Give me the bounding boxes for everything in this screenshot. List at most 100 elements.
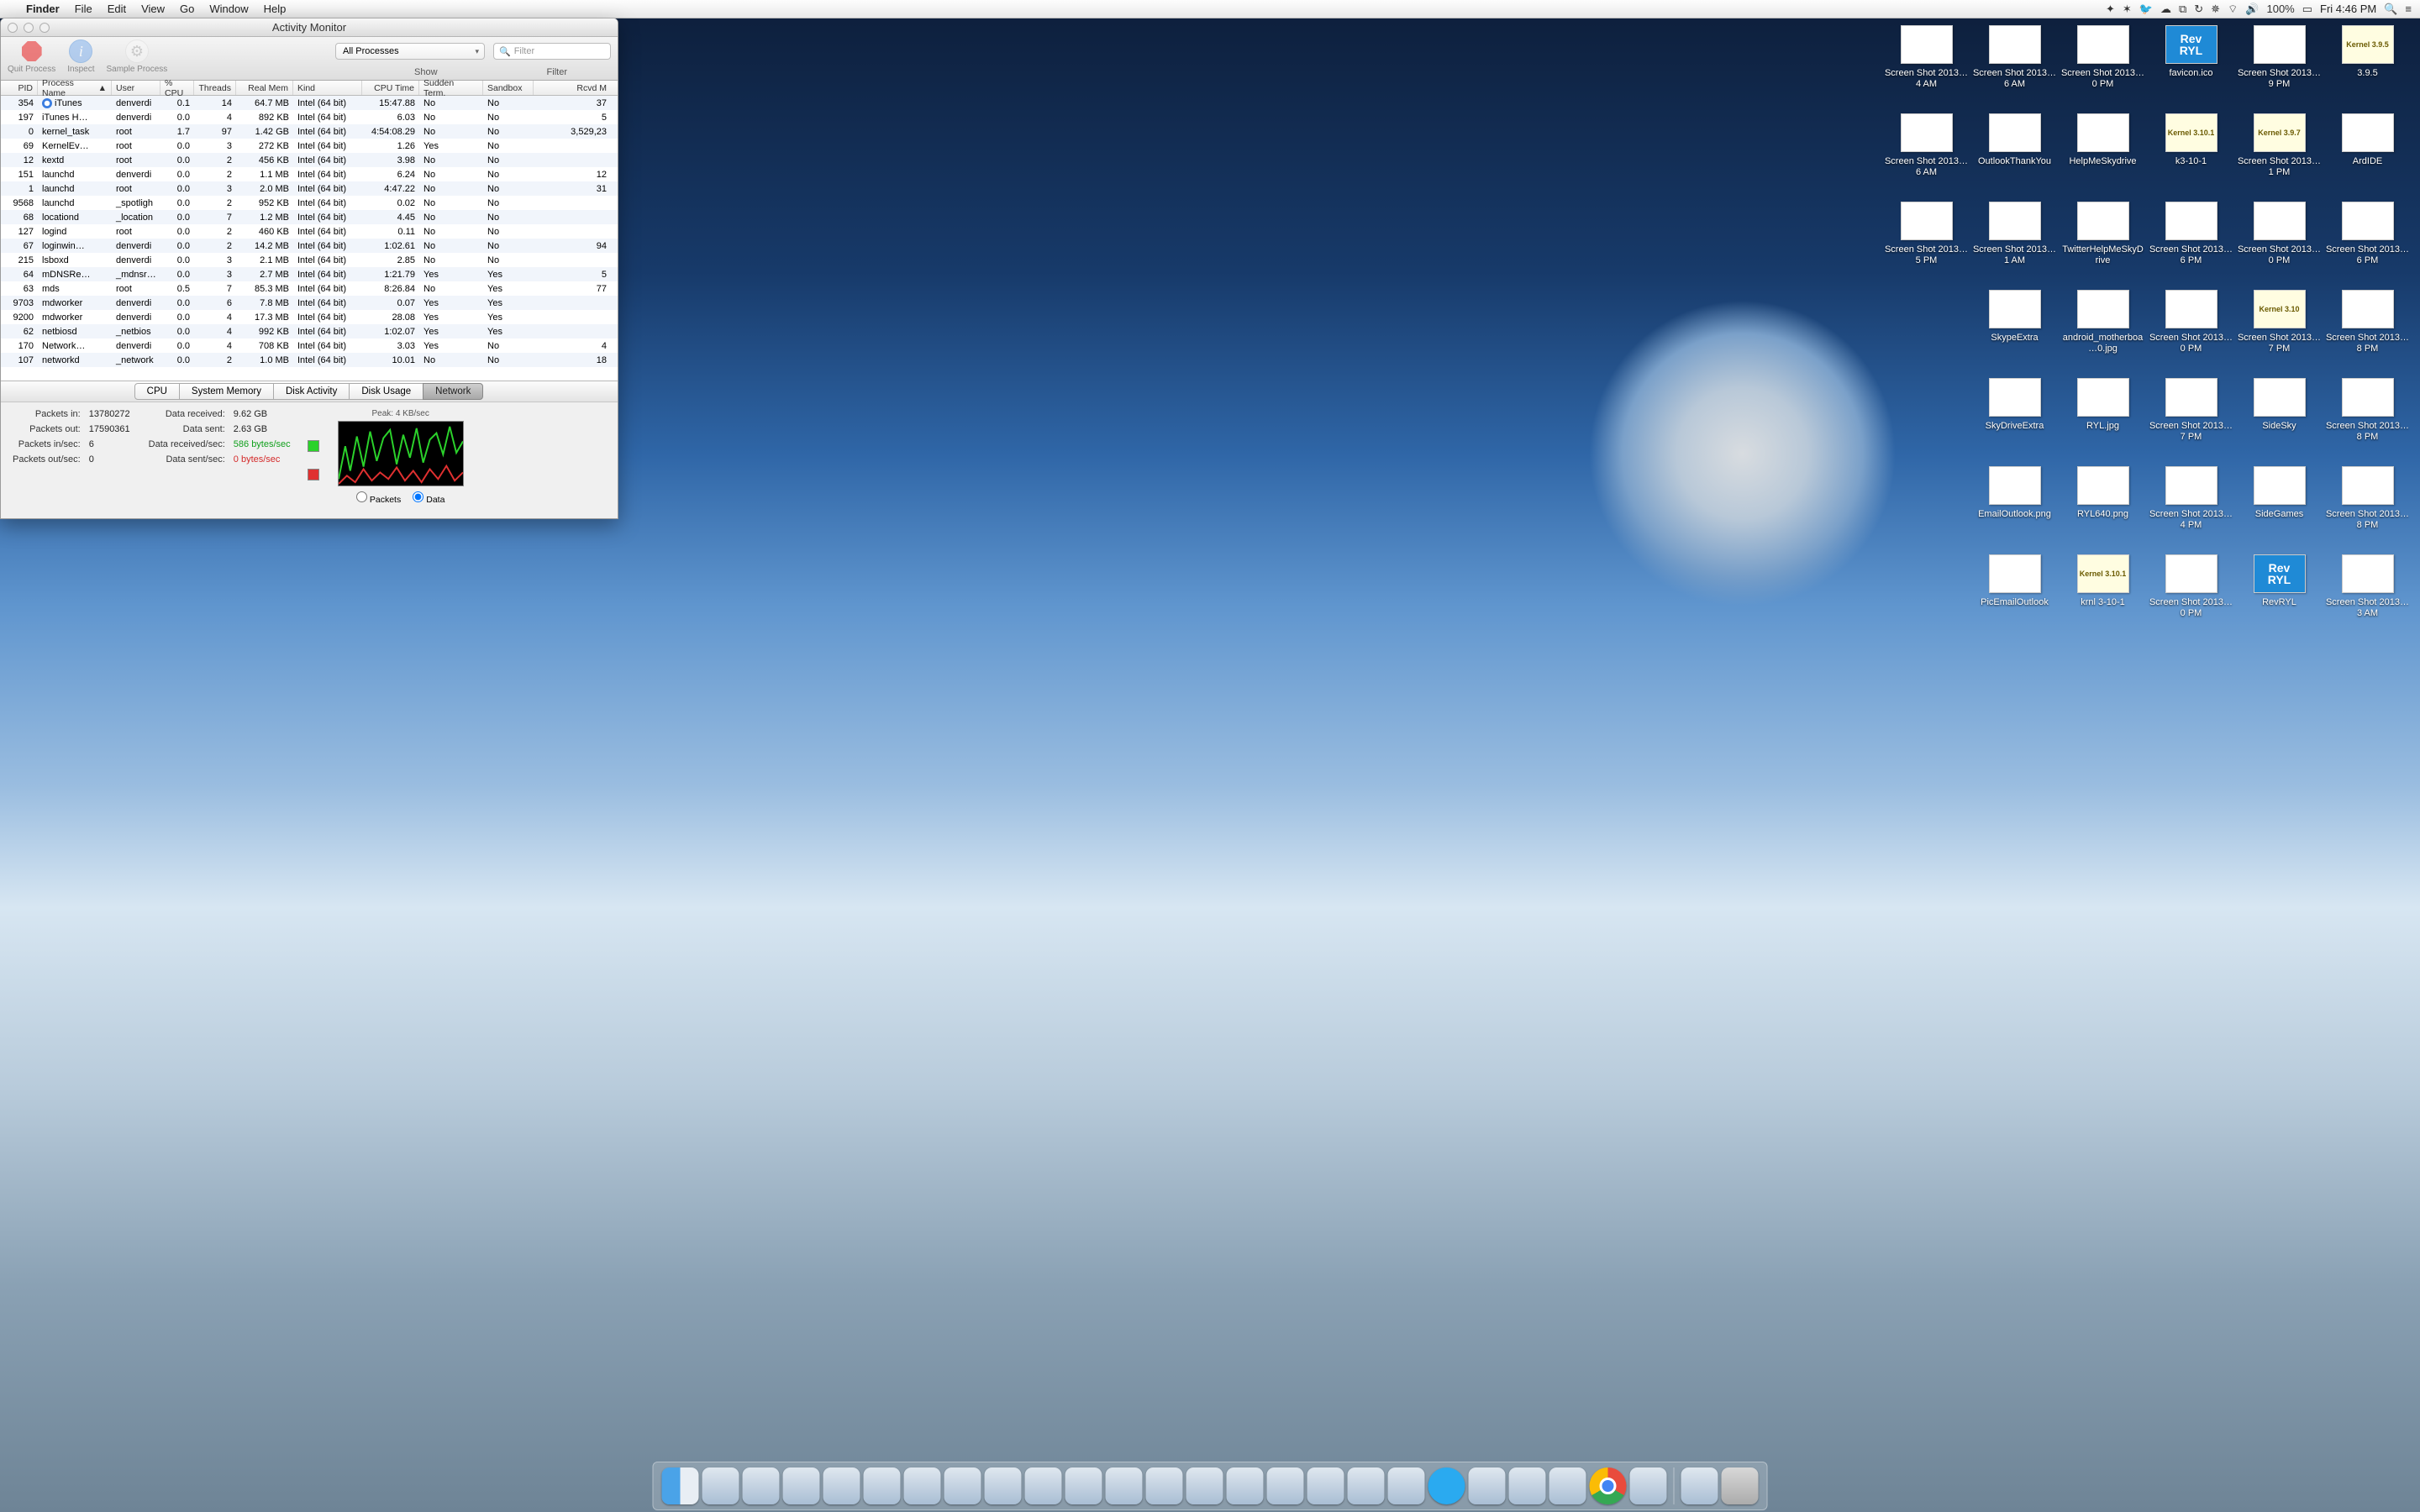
desktop-icon[interactable]: android_motherboa…0.jpg xyxy=(2059,290,2147,378)
dock-maps[interactable] xyxy=(1146,1467,1183,1504)
notification-center-icon[interactable]: ≡ xyxy=(2405,3,2412,15)
dock-dashboard[interactable] xyxy=(783,1467,820,1504)
status-icon[interactable]: ✦ xyxy=(2106,3,2115,16)
menu-window[interactable]: Window xyxy=(202,0,255,18)
desktop-icon[interactable]: RYL640.png xyxy=(2059,466,2147,554)
radio-packets[interactable]: Packets xyxy=(356,491,401,505)
wifi-icon[interactable]: ⌔ xyxy=(2228,3,2238,16)
table-row[interactable]: 9568launchd_spotligh0.02952 KBIntel (64 … xyxy=(1,196,618,210)
process-table-body[interactable]: 354iTunesdenverdi0.11464.7 MBIntel (64 b… xyxy=(1,96,618,381)
table-row[interactable]: 69KernelEv…root0.03272 KBIntel (64 bit)1… xyxy=(1,139,618,153)
cloud-icon[interactable]: ☁ xyxy=(2160,3,2171,16)
table-row[interactable]: 170Network…denverdi0.04708 KBIntel (64 b… xyxy=(1,339,618,353)
table-row[interactable]: 215lsboxddenverdi0.032.1 MBIntel (64 bit… xyxy=(1,253,618,267)
dock-calendar[interactable] xyxy=(944,1467,981,1504)
table-row[interactable]: 12kextdroot0.02456 KBIntel (64 bit)3.98N… xyxy=(1,153,618,167)
col-user[interactable]: User xyxy=(112,81,160,95)
col-realmem[interactable]: Real Mem xyxy=(236,81,293,95)
dock-twitter[interactable] xyxy=(1509,1467,1546,1504)
quit-process-button[interactable]: Quit Process xyxy=(8,39,55,74)
desktop-icon[interactable]: RevRYLRevRYL xyxy=(2235,554,2323,643)
desktop-icon[interactable]: RYL.jpg xyxy=(2059,378,2147,466)
col-kind[interactable]: Kind xyxy=(293,81,362,95)
table-row[interactable]: 354iTunesdenverdi0.11464.7 MBIntel (64 b… xyxy=(1,96,618,110)
dock-trash[interactable] xyxy=(1722,1467,1759,1504)
desktop-icon[interactable]: PicEmailOutlook xyxy=(1970,554,2059,643)
twitter-icon[interactable]: 🐦 xyxy=(2139,3,2153,16)
table-row[interactable]: 9703mdworkerdenverdi0.067.8 MBIntel (64 … xyxy=(1,296,618,310)
desktop-icon[interactable]: Screen Shot 2013…6 PM xyxy=(2147,202,2235,290)
app-name-menu[interactable]: Finder xyxy=(18,0,67,18)
volume-icon[interactable]: 🔊 xyxy=(2245,3,2259,16)
menu-help[interactable]: Help xyxy=(256,0,294,18)
col-pid[interactable]: PID xyxy=(1,81,38,95)
desktop-icon[interactable]: Screen Shot 2013…4 AM xyxy=(1882,25,1970,113)
col-sudden-term[interactable]: Sudden Term. xyxy=(419,81,483,95)
dock-chrome[interactable] xyxy=(1590,1467,1627,1504)
col-threads[interactable]: Threads xyxy=(194,81,236,95)
dock-missioncontrol[interactable] xyxy=(743,1467,780,1504)
desktop-icon[interactable]: TwitterHelpMeSkyDrive xyxy=(2059,202,2147,290)
desktop-icon[interactable]: EmailOutlook.png xyxy=(1970,466,2059,554)
battery-percent[interactable]: 100% xyxy=(2266,3,2294,15)
table-row[interactable]: 0kernel_taskroot1.7971.42 GBIntel (64 bi… xyxy=(1,124,618,139)
dock-appstore[interactable] xyxy=(1267,1467,1304,1504)
close-button[interactable] xyxy=(8,23,18,33)
menu-file[interactable]: File xyxy=(67,0,100,18)
inspect-button[interactable]: iInspect xyxy=(67,39,94,74)
desktop-icon[interactable]: OutlookThankYou xyxy=(1970,113,2059,202)
process-filter-dropdown[interactable]: All Processes xyxy=(335,43,485,60)
dock-messages[interactable] xyxy=(1025,1467,1062,1504)
dock-folder[interactable] xyxy=(1681,1467,1718,1504)
dock-settings[interactable] xyxy=(1388,1467,1425,1504)
tab-cpu[interactable]: CPU xyxy=(134,383,180,400)
radio-data[interactable]: Data xyxy=(413,491,445,505)
table-row[interactable]: 67loginwin…denverdi0.0214.2 MBIntel (64 … xyxy=(1,239,618,253)
desktop-icon[interactable]: Screen Shot 2013…0 PM xyxy=(2059,25,2147,113)
desktop-icon[interactable]: Screen Shot 2013…7 PM xyxy=(2147,378,2235,466)
desktop-icon[interactable]: Kernel 3.9.53.9.5 xyxy=(2323,25,2412,113)
col-rcvd[interactable]: Rcvd M xyxy=(534,81,611,95)
battery-icon[interactable]: ▭ xyxy=(2302,3,2312,16)
table-row[interactable]: 1launchdroot0.032.0 MBIntel (64 bit)4:47… xyxy=(1,181,618,196)
menu-go[interactable]: Go xyxy=(172,0,202,18)
dock-mail[interactable] xyxy=(864,1467,901,1504)
menu-edit[interactable]: Edit xyxy=(100,0,134,18)
timemachine-icon[interactable]: ↻ xyxy=(2194,3,2203,16)
desktop-icon[interactable]: Screen Shot 2013…1 AM xyxy=(1970,202,2059,290)
desktop-icon[interactable]: Screen Shot 2013…4 PM xyxy=(2147,466,2235,554)
dock-preview[interactable] xyxy=(1227,1467,1264,1504)
sample-process-button[interactable]: ⚙Sample Process xyxy=(107,39,168,74)
window-titlebar[interactable]: Activity Monitor xyxy=(1,18,618,37)
desktop-icon[interactable]: Screen Shot 2013…8 PM xyxy=(2323,378,2412,466)
dock-contacts[interactable] xyxy=(904,1467,941,1504)
table-row[interactable]: 107networkd_network0.021.0 MBIntel (64 b… xyxy=(1,353,618,367)
col-sandbox[interactable]: Sandbox xyxy=(483,81,534,95)
filter-search-input[interactable]: 🔍Filter xyxy=(493,43,611,60)
desktop-icon[interactable]: Screen Shot 2013…0 PM xyxy=(2147,554,2235,643)
desktop-icon[interactable]: SideSky xyxy=(2235,378,2323,466)
desktop-icon[interactable]: Screen Shot 2013…8 PM xyxy=(2323,290,2412,378)
dock-photobooth[interactable] xyxy=(1186,1467,1223,1504)
dock-activitymonitor[interactable] xyxy=(1549,1467,1586,1504)
dock-ibooks[interactable] xyxy=(1348,1467,1385,1504)
desktop-icon[interactable]: SideGames xyxy=(2235,466,2323,554)
desktop-icon[interactable]: RevRYLfavicon.ico xyxy=(2147,25,2235,113)
dock-skype[interactable] xyxy=(1428,1467,1465,1504)
table-row[interactable]: 127logindroot0.02460 KBIntel (64 bit)0.1… xyxy=(1,224,618,239)
desktop-icon[interactable]: ArdIDE xyxy=(2323,113,2412,202)
desktop-icon[interactable]: Screen Shot 2013…9 PM xyxy=(2235,25,2323,113)
tab-network[interactable]: Network xyxy=(423,383,483,400)
dock-notes[interactable] xyxy=(1106,1467,1143,1504)
desktop-icon[interactable]: Screen Shot 2013…0 PM xyxy=(2235,202,2323,290)
table-row[interactable]: 62netbiosd_netbios0.04992 KBIntel (64 bi… xyxy=(1,324,618,339)
col-process-name[interactable]: Process Name▲ xyxy=(38,81,112,95)
table-row[interactable]: 68locationd_location0.071.2 MBIntel (64 … xyxy=(1,210,618,224)
spotlight-icon[interactable]: 🔍 xyxy=(2384,3,2397,16)
minimize-button[interactable] xyxy=(24,23,34,33)
clock[interactable]: Fri 4:46 PM xyxy=(2320,3,2376,15)
tab-disk-usage[interactable]: Disk Usage xyxy=(349,383,424,400)
apple-menu[interactable] xyxy=(0,0,18,18)
tab-disk-activity[interactable]: Disk Activity xyxy=(273,383,350,400)
dock-itunes[interactable] xyxy=(1307,1467,1344,1504)
